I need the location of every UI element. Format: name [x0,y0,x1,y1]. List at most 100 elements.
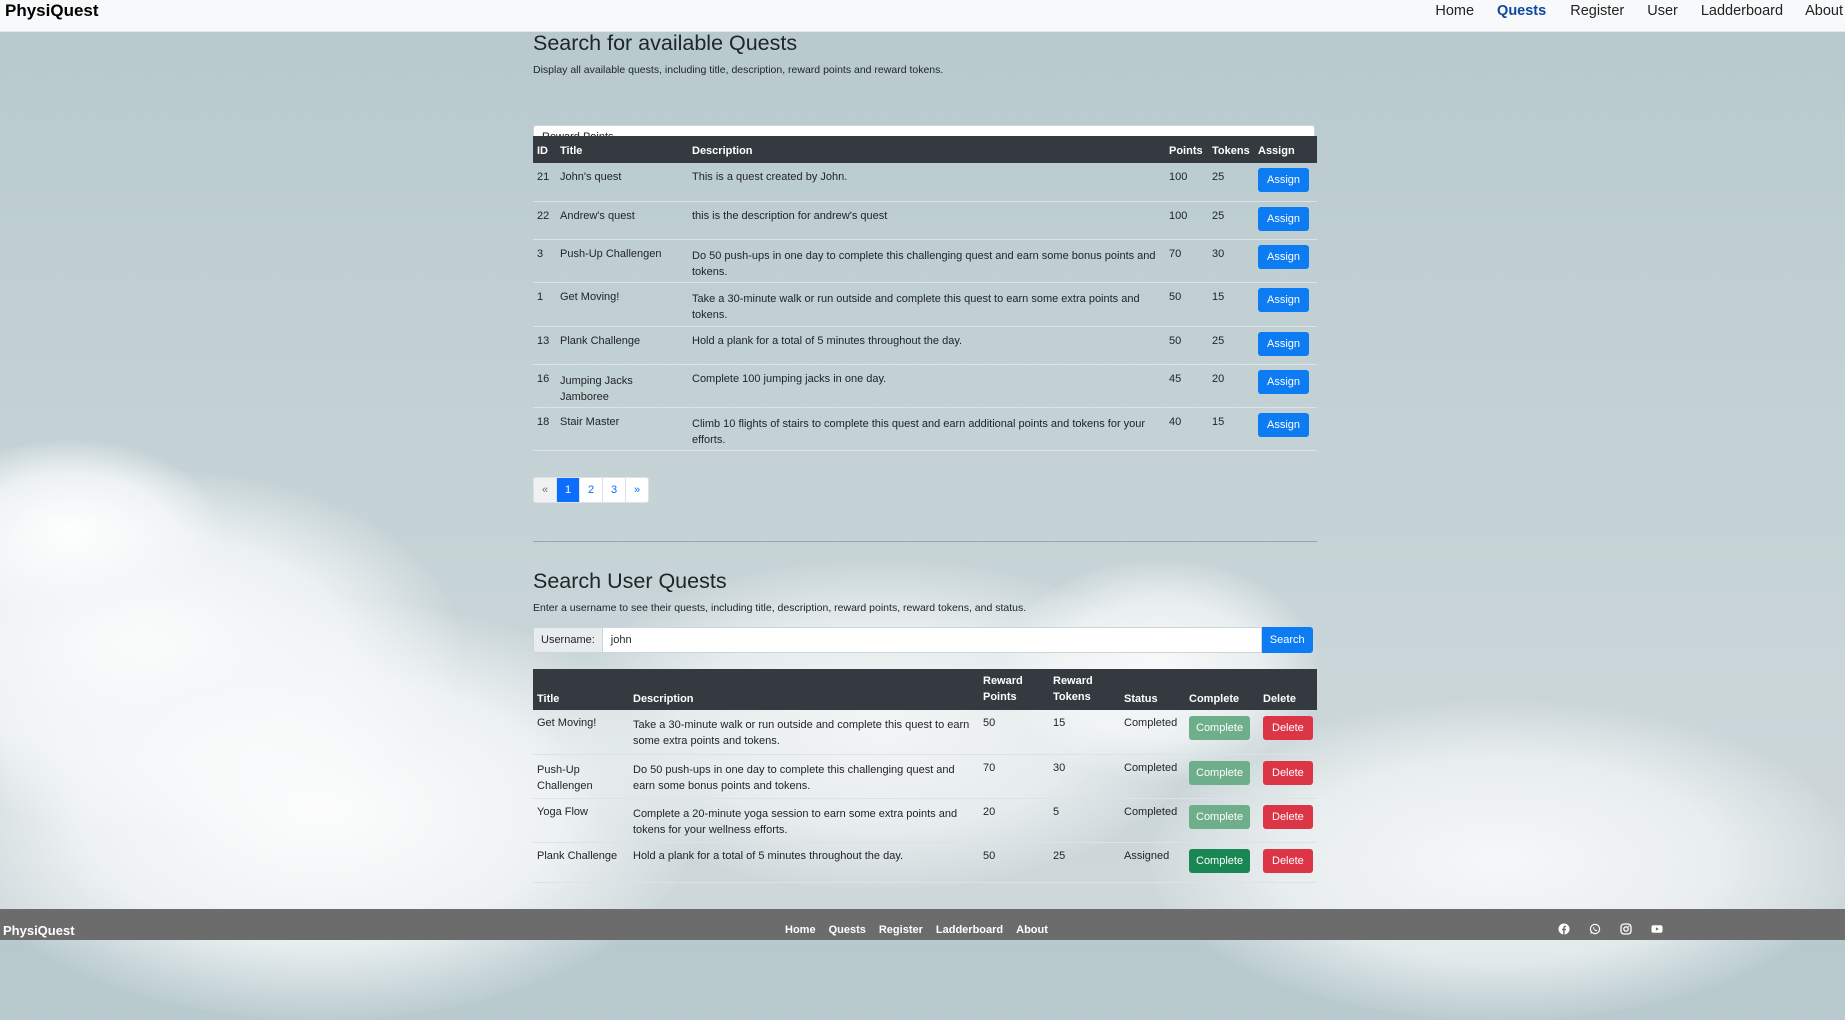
username-input[interactable]: john [601,627,1262,653]
user-quest-title: Push-Up Challengen [533,754,629,799]
username-label: Username: [533,627,602,653]
top-navbar: PhysiQuest Home Quests Register User Lad… [0,0,1845,32]
footer-link-register[interactable]: Register [879,924,923,936]
quest-id: 22 [533,201,556,240]
col-description: Description [688,136,1165,163]
complete-button[interactable]: Complete [1189,848,1251,873]
table-row: 1 Get Moving! Take a 30-minute walk or r… [533,282,1317,327]
user-quest-status: Assigned [1120,842,1185,883]
available-quests-description: Display all available quests, including … [533,64,944,76]
user-quest-points: 70 [979,754,1049,799]
brand-logo[interactable]: PhysiQuest [5,1,99,21]
table-row: 13 Plank Challenge Hold a plank for a to… [533,326,1317,365]
page-2[interactable]: 2 [580,478,603,502]
assign-button[interactable]: Assign [1258,369,1310,394]
assign-button[interactable]: Assign [1258,412,1310,437]
assign-button[interactable]: Assign [1258,168,1310,192]
quest-title: Stair Master [556,407,688,451]
quest-title: Andrew's quest [556,201,688,240]
quest-title: Plank Challenge [556,326,688,365]
social-icons [1558,923,1682,935]
table-row: 3 Push-Up Challengen Do 50 push-ups in o… [533,239,1317,283]
assign-button[interactable]: Assign [1258,206,1310,231]
user-quest-status: Completed [1120,710,1185,755]
quest-id: 13 [533,326,556,365]
nav-register[interactable]: Register [1570,3,1624,19]
user-quests-title: Search User Quests [533,569,727,593]
complete-button[interactable]: Complete [1189,760,1251,785]
pagination: « 1 2 3 » [533,477,649,503]
complete-button[interactable]: Complete [1189,716,1251,740]
quest-description: Do 50 push-ups in one day to complete th… [688,239,1165,283]
instagram-icon[interactable] [1620,923,1632,935]
youtube-icon[interactable] [1651,923,1663,935]
col-title: Title [556,136,688,163]
delete-button[interactable]: Delete [1263,804,1313,829]
facebook-icon[interactable] [1558,923,1570,935]
quest-tokens: 15 [1208,282,1254,327]
page-next[interactable]: » [626,478,648,502]
quest-points: 50 [1165,326,1208,365]
available-quests-table: ID Title Description Points Tokens Assig… [533,136,1317,451]
delete-button[interactable]: Delete [1263,848,1313,873]
assign-button[interactable]: Assign [1258,244,1310,269]
quest-title: John's quest [556,163,688,202]
col-tokens: Tokens [1208,136,1254,163]
footer-brand[interactable]: PhysiQuest [3,923,75,938]
quest-points: 45 [1165,364,1208,408]
table-row: 21 John's quest This is a quest created … [533,163,1317,202]
table-row: 16 Jumping Jacks Jamboree Complete 100 j… [533,364,1317,408]
user-quest-title: Plank Challenge [533,842,629,883]
quest-id: 3 [533,239,556,283]
quest-description: Complete 100 jumping jacks in one day. [688,364,1165,408]
quest-id: 16 [533,364,556,408]
footer-link-ladderboard[interactable]: Ladderboard [936,924,1003,936]
page-prev[interactable]: « [534,478,557,502]
table-row: Get Moving! Take a 30-minute walk or run… [533,710,1317,755]
main-content: Search for available Quests Display all … [533,31,1317,909]
quest-description: This is a quest created by John. [688,163,1165,202]
nav-ladderboard[interactable]: Ladderboard [1701,3,1783,19]
assign-button[interactable]: Assign [1258,331,1310,356]
footer-link-quests[interactable]: Quests [829,924,866,936]
col-assign: Assign [1254,136,1317,163]
quest-tokens: 20 [1208,364,1254,408]
quest-description: Hold a plank for a total of 5 minutes th… [688,326,1165,365]
user-quests-table: Title Description Reward Points Reward T… [533,669,1317,883]
user-quest-tokens: 25 [1049,842,1120,883]
user-quest-status: Completed [1120,798,1185,843]
footer-link-about[interactable]: About [1016,924,1048,936]
table-row: Push-Up Challengen Do 50 push-ups in one… [533,754,1317,799]
col-delete: Delete [1259,669,1317,710]
col-complete: Complete [1185,669,1259,710]
col-points: Points [1165,136,1208,163]
table-row: Plank Challenge Hold a plank for a total… [533,842,1317,883]
footer-link-home[interactable]: Home [785,924,816,936]
assign-button[interactable]: Assign [1258,287,1310,312]
quest-points: 70 [1165,239,1208,283]
whatsapp-icon[interactable] [1589,923,1601,935]
user-quest-tokens: 15 [1049,710,1120,755]
section-divider [533,541,1317,542]
nav-about[interactable]: About [1805,3,1843,19]
delete-button[interactable]: Delete [1263,760,1313,785]
delete-button[interactable]: Delete [1263,716,1313,740]
table-row: 22 Andrew's quest this is the descriptio… [533,201,1317,240]
nav-quests[interactable]: Quests [1497,3,1546,19]
user-quest-description: Take a 30-minute walk or run outside and… [629,710,979,755]
nav-user[interactable]: User [1647,3,1678,19]
complete-button[interactable]: Complete [1189,804,1251,829]
page-1[interactable]: 1 [557,478,580,502]
quest-id: 18 [533,407,556,451]
nav-links: Home Quests Register User Ladderboard Ab… [1435,3,1845,19]
nav-home[interactable]: Home [1435,3,1474,19]
page-3[interactable]: 3 [603,478,626,502]
footer-links: Home Quests Register Ladderboard About [785,924,1048,936]
quest-tokens: 25 [1208,326,1254,365]
table-row: Yoga Flow Complete a 20-minute yoga sess… [533,798,1317,843]
footer: PhysiQuest Home Quests Register Ladderbo… [0,909,1845,940]
quest-tokens: 25 [1208,163,1254,202]
quest-tokens: 25 [1208,201,1254,240]
search-button[interactable]: Search [1261,627,1313,653]
quest-title: Get Moving! [556,282,688,327]
